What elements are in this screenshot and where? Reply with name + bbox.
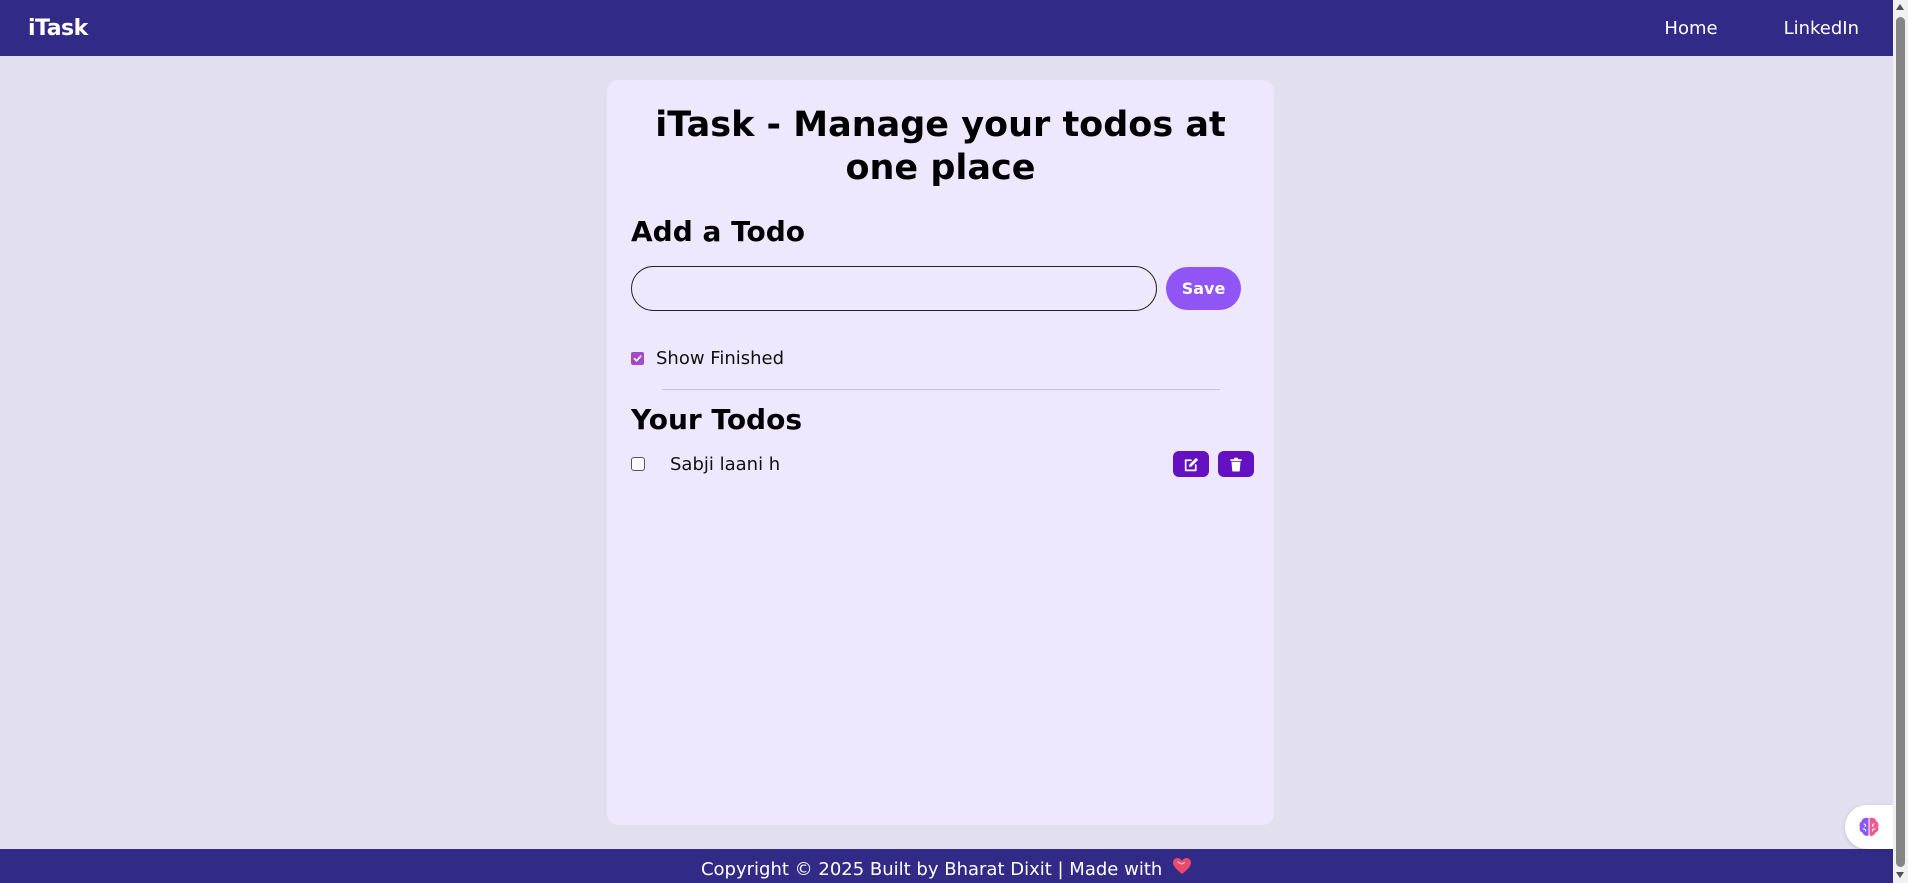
add-todo-heading: Add a Todo [631, 215, 806, 248]
todo-input[interactable] [631, 266, 1157, 311]
your-todos-heading: Your Todos [631, 403, 802, 436]
page-scrollbar[interactable] [1893, 0, 1908, 883]
navbar: iTask Home LinkedIn [0, 0, 1893, 56]
todo-item-actions [1173, 451, 1254, 477]
delete-button[interactable] [1218, 451, 1254, 477]
checkmark-icon [633, 355, 642, 362]
todo-item: Sabji laani h [631, 450, 1254, 478]
scroll-down-arrow-icon[interactable] [1896, 872, 1904, 878]
nav-link-home[interactable]: Home [1664, 18, 1717, 39]
nav-links: Home LinkedIn [1664, 18, 1859, 39]
edit-icon [1184, 457, 1198, 471]
show-finished-toggle[interactable]: Show Finished [631, 348, 1250, 369]
scrollbar-thumb[interactable] [1896, 17, 1905, 867]
todo-item-checkbox[interactable] [631, 457, 645, 471]
footer: Copyright © 2025 Built by Bharat Dixit |… [0, 849, 1893, 883]
heart-icon [1173, 858, 1192, 874]
nav-link-linkedin[interactable]: LinkedIn [1784, 18, 1859, 39]
brand-logo[interactable]: iTask [28, 16, 88, 41]
brain-icon [1859, 817, 1879, 836]
scroll-up-arrow-icon[interactable] [1896, 4, 1904, 10]
add-todo-row: Save [631, 266, 1250, 311]
footer-text: Copyright © 2025 Built by Bharat Dixit |… [700, 859, 1163, 880]
show-finished-label: Show Finished [656, 348, 785, 369]
todo-card: iTask - Manage your todos at one place A… [607, 80, 1274, 825]
todo-item-text: Sabji laani h [670, 453, 781, 475]
trash-icon [1230, 457, 1242, 471]
save-button[interactable]: Save [1166, 267, 1241, 310]
show-finished-checkbox[interactable] [631, 352, 644, 365]
page-title: iTask - Manage your todos at one place [655, 105, 1226, 188]
edit-button[interactable] [1173, 451, 1209, 477]
assistant-widget-button[interactable] [1845, 805, 1893, 849]
divider [661, 389, 1220, 390]
